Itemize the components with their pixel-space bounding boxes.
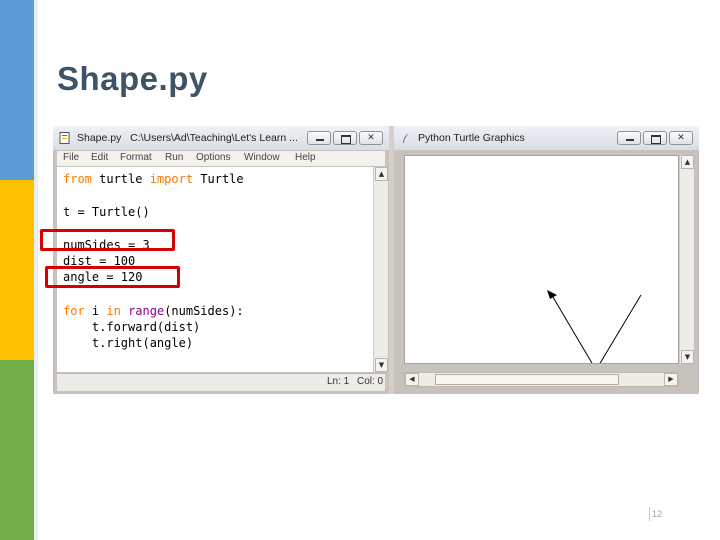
menu-item-window[interactable]: Window	[244, 152, 280, 163]
page-number-divider	[649, 507, 650, 521]
loop-variable: i	[84, 304, 107, 318]
status-line: Ln: 1	[327, 376, 350, 387]
close-button[interactable]: ✕	[359, 131, 383, 145]
scroll-down-icon[interactable]: ▼	[681, 350, 694, 364]
accent-stripe-blue	[0, 0, 34, 180]
builtin-range: range	[128, 304, 165, 318]
maximize-button[interactable]	[333, 131, 357, 145]
scroll-up-icon[interactable]: ▲	[375, 167, 388, 181]
stripe-divider	[34, 0, 38, 540]
code-line-8: t.right(angle)	[63, 336, 194, 350]
maximize-button[interactable]	[643, 131, 667, 145]
accent-stripe-yellow	[0, 180, 34, 360]
code-line-1: from turtle import Turtle	[63, 171, 244, 187]
menu-bar: File Edit Format Run Options Window Help	[57, 151, 385, 166]
keyword-import: import	[149, 172, 194, 186]
turtle-cursor-icon	[547, 290, 557, 299]
close-button[interactable]: ✕	[669, 131, 693, 145]
scroll-up-icon[interactable]: ▲	[681, 155, 694, 169]
code-line-7: t.forward(dist)	[63, 320, 201, 334]
feather-icon	[403, 133, 409, 143]
turtle-path	[549, 291, 642, 371]
code-line-6: for i in range(numSides):	[63, 303, 244, 319]
menu-item-options[interactable]: Options	[196, 152, 230, 163]
status-column: Col: 0	[357, 376, 384, 387]
turtle-canvas[interactable]	[404, 155, 679, 371]
screenshot: Shape.py C:\Users\Ad\Teaching\Let's Lear…	[40, 126, 699, 394]
keyword-in: in	[106, 304, 121, 318]
scroll-right-icon[interactable]: ▶	[664, 373, 678, 386]
highlight-numsides	[40, 229, 175, 251]
accent-stripe-green	[0, 360, 34, 540]
page-number: 12	[652, 509, 663, 519]
keyword-for: for	[63, 304, 85, 318]
editor-window: Shape.py C:\Users\Ad\Teaching\Let's Lear…	[53, 126, 389, 394]
turtle-drawing	[547, 290, 642, 371]
minimize-button[interactable]	[617, 131, 641, 145]
editor-vertical-scrollbar[interactable]: ▲ ▼	[373, 167, 388, 372]
menu-item-run[interactable]: Run	[165, 152, 183, 163]
python-file-icon	[59, 132, 70, 144]
module-name: turtle	[91, 172, 150, 186]
scroll-left-icon[interactable]: ◀	[405, 373, 419, 386]
turtle-titlebar[interactable]: Python Turtle Graphics ✕	[394, 126, 699, 150]
editor-title: Shape.py C:\Users\Ad\Teaching\Let's Lear…	[77, 132, 298, 144]
turtle-window: Python Turtle Graphics ✕ ▲ ▼ ◀ ▶	[394, 126, 699, 394]
highlight-angle	[45, 266, 180, 288]
editor-status-bar: Ln: 1 Col: 0	[57, 373, 385, 391]
slide-title: Shape.py	[57, 60, 208, 97]
menu-item-file[interactable]: File	[63, 152, 79, 163]
horizontal-scroll-thumb[interactable]	[435, 374, 619, 385]
keyword-from: from	[63, 172, 92, 186]
scroll-down-icon[interactable]: ▼	[375, 358, 388, 372]
imported-name: Turtle	[193, 172, 244, 186]
code-line-2: t = Turtle()	[63, 205, 150, 219]
close-icon: ✕	[677, 133, 685, 143]
editor-window-controls: ✕	[307, 131, 383, 145]
menu-item-help[interactable]: Help	[295, 152, 316, 163]
editor-titlebar[interactable]: Shape.py C:\Users\Ad\Teaching\Let's Lear…	[53, 126, 389, 150]
menu-item-edit[interactable]: Edit	[91, 152, 108, 163]
menu-item-format[interactable]: Format	[120, 152, 152, 163]
turtle-window-controls: ✕	[617, 131, 693, 145]
minimize-button[interactable]	[307, 131, 331, 145]
turtle-horizontal-scrollbar[interactable]: ◀ ▶	[404, 372, 679, 387]
turtle-vertical-scrollbar[interactable]: ▲ ▼	[679, 155, 694, 364]
close-icon: ✕	[367, 133, 375, 143]
turtle-title: Python Turtle Graphics	[418, 132, 525, 144]
range-args: (numSides):	[164, 304, 244, 318]
